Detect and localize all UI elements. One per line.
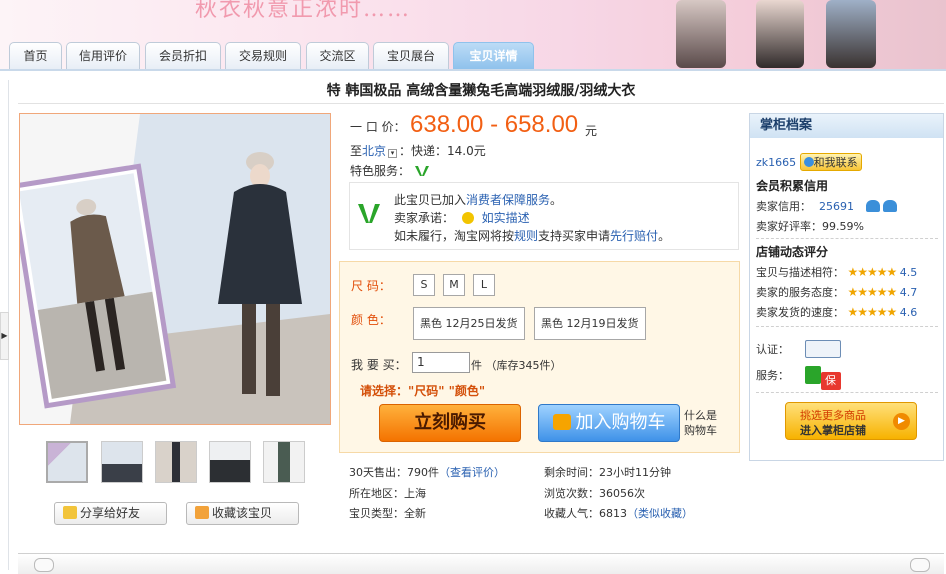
color-option-2[interactable]: 黑色 12月19日发货: [534, 307, 646, 340]
item-type: 宝贝类型：全新: [349, 507, 426, 520]
rating-stars: ★★★★★: [847, 285, 898, 299]
bottom-scroll-bar[interactable]: [18, 553, 944, 574]
protection-service-link[interactable]: 消费者保障服务: [466, 193, 550, 207]
certification-row: 认证：: [756, 340, 841, 358]
seller-name-row: zk1665 和我联系: [756, 153, 862, 171]
sold-count: 30天售出：790件（查看评价）: [349, 466, 505, 479]
product-title: 特 韩国极品 高绒含量獭兔毛高端羽绒服/羽绒大衣: [18, 80, 944, 104]
enter-shop-button[interactable]: 挑选更多商品 进入掌柜店铺 ▶: [785, 402, 917, 440]
color-option-1[interactable]: 黑色 12月25日发货: [413, 307, 525, 340]
seller-promise-line: 卖家承诺： 如实描述: [394, 211, 530, 225]
tab-credit-rating[interactable]: 信用评价: [66, 42, 140, 69]
seller-profile-panel: 掌柜档案 zk1665 和我联系 会员积累信用 卖家信用： 25691 卖家好评率…: [749, 113, 944, 461]
size-option-m[interactable]: M: [443, 274, 465, 296]
favorite-count: 收藏人气：6813（类似收藏）: [544, 507, 693, 520]
thumbnail-4[interactable]: [209, 441, 251, 483]
size-label: 尺 码：: [351, 279, 391, 293]
price-value: 638.00 - 658.00: [410, 111, 579, 138]
purchase-options: 尺 码： S M L 颜 色： 黑色 12月25日发货 黑色 12月19日发货 …: [339, 261, 740, 453]
tab-showcase[interactable]: 宝贝展台: [373, 42, 449, 69]
certification-icon[interactable]: [804, 340, 841, 358]
chat-icon: [803, 157, 814, 167]
shop-nav: 首页 信用评价 会员折扣 交易规则 交流区 宝贝展台 宝贝详情: [0, 42, 946, 70]
remaining-time: 剩余时间：23小时11分钟: [544, 466, 671, 479]
tab-community[interactable]: 交流区: [306, 42, 369, 69]
size-option-s[interactable]: S: [413, 274, 435, 296]
shipping-info: 至北京 ▾ ：快递：14.0元: [350, 144, 486, 158]
divider: [756, 392, 938, 393]
dsr-heading: 店铺动态评分: [756, 245, 829, 259]
service-badge-row: 服务： 保: [756, 366, 843, 390]
cart-icon: [552, 414, 571, 430]
rating-stars: ★★★★★: [847, 305, 898, 319]
protection-hands-icon: [356, 201, 382, 227]
quantity-input[interactable]: 1: [412, 352, 470, 373]
banner-slogan: 秋衣秋意正浓时……: [195, 0, 412, 22]
share-to-friend-button[interactable]: 分享给好友: [54, 502, 167, 525]
price-unit: 元: [585, 124, 598, 138]
rating-stars: ★★★★★: [847, 265, 898, 279]
product-photo: [20, 114, 330, 424]
feature-services: 特色服务：: [350, 162, 430, 179]
view-count: 浏览次数：36056次: [544, 487, 645, 500]
quantity-label: 我 要 买：: [351, 358, 407, 372]
crown-icon: [865, 200, 880, 212]
seller-name-link[interactable]: zk1665: [756, 156, 796, 169]
rules-link[interactable]: 规则: [514, 229, 538, 243]
scroll-handle-left[interactable]: [34, 558, 54, 572]
size-option-l[interactable]: L: [473, 274, 495, 296]
accurate-description-link[interactable]: 如实描述: [482, 211, 530, 225]
color-label: 颜 色：: [351, 313, 391, 327]
advance-payment-link[interactable]: 先行赔付: [610, 229, 658, 243]
divider: [756, 326, 938, 327]
tab-member-discount[interactable]: 会员折扣: [145, 42, 221, 69]
thumbnail-2[interactable]: [101, 441, 143, 483]
main-product-image[interactable]: [19, 113, 331, 425]
collect-item-button[interactable]: 收藏该宝贝: [186, 502, 299, 525]
buy-now-button[interactable]: 立刻购买: [379, 404, 521, 442]
contact-seller-button[interactable]: 和我联系: [799, 153, 862, 171]
similar-favorites-link[interactable]: （类似收藏）: [627, 507, 693, 520]
tab-home[interactable]: 首页: [9, 42, 62, 69]
thumbnail-1[interactable]: [46, 441, 88, 483]
credit-heading: 会员积累信用: [756, 179, 829, 193]
add-to-cart-button[interactable]: 加入购物车: [538, 404, 680, 442]
favorite-icon: [195, 506, 209, 519]
page: { "banner": { "slogan": "秋衣秋意正浓时……" }, "…: [0, 0, 946, 574]
scroll-handle-right[interactable]: [910, 558, 930, 572]
bulb-icon: [461, 212, 474, 224]
consumer-protection-box: 此宝贝已加入消费者保障服务。 卖家承诺： 如实描述 如未履行，淘宝网将按规则支持…: [349, 182, 739, 250]
protection-badge-icon[interactable]: 保: [804, 366, 843, 390]
dsr-row-description: 宝贝与描述相符： ★★★★★ 4.5: [756, 265, 918, 279]
seller-panel-title: 掌柜档案: [750, 114, 943, 138]
what-is-cart-link[interactable]: 什么是 购物车: [684, 408, 717, 438]
arrow-right-icon: ▶: [893, 413, 910, 430]
tab-item-detail[interactable]: 宝贝详情: [453, 42, 534, 69]
thumbnail-5[interactable]: [263, 441, 305, 483]
ship-city-select[interactable]: 北京: [362, 144, 386, 158]
crown-icon: [883, 200, 897, 212]
share-icon: [63, 506, 77, 519]
selection-prompt: 请选择："尺码" "颜色": [360, 384, 486, 398]
dsr-row-service: 卖家的服务态度： ★★★★★ 4.7: [756, 285, 918, 299]
thumbnail-3[interactable]: [155, 441, 197, 483]
stock-info: 件 （库存345件）: [471, 359, 562, 372]
chevron-down-icon[interactable]: ▾: [388, 149, 398, 158]
seller-credit-row: 卖家信用： 25691: [756, 198, 897, 214]
protection-line: 此宝贝已加入消费者保障服务。: [394, 193, 563, 207]
divider: [756, 238, 938, 239]
protection-hands-icon[interactable]: [414, 164, 430, 178]
seller-credit-link[interactable]: 25691: [819, 200, 854, 213]
price-label: 一 口 价：: [350, 120, 406, 134]
positive-rate-row: 卖家好评率：99.59%: [756, 220, 864, 233]
expand-arrow-icon[interactable]: ▶: [0, 312, 9, 360]
tab-trade-rules[interactable]: 交易规则: [225, 42, 301, 69]
nav-divider: [0, 69, 946, 71]
view-reviews-link[interactable]: （查看评价）: [439, 466, 505, 479]
region: 所在地区：上海: [349, 487, 426, 500]
dsr-row-shipping: 卖家发货的速度： ★★★★★ 4.6: [756, 305, 918, 319]
compensation-line: 如未履行，淘宝网将按规则支持买家申请先行赔付。: [394, 229, 671, 243]
